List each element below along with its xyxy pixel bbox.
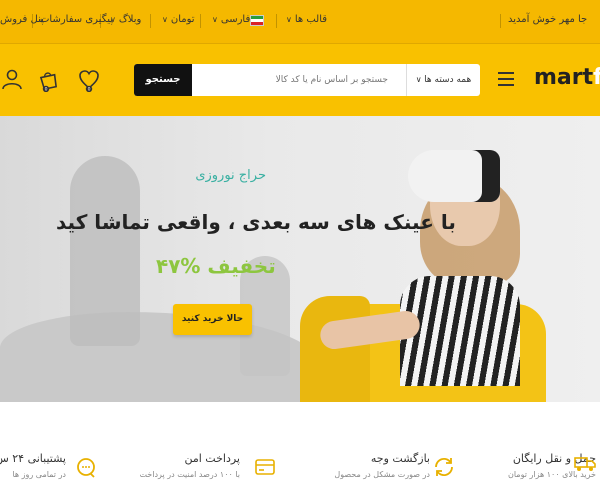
feature-support: پشتیبانی ۲۴ س در تمامی روز ها <box>0 448 66 500</box>
blog-menu[interactable]: ∨ وبلاگ <box>110 14 141 25</box>
category-select[interactable]: ∨ همه دسته ها <box>406 64 480 96</box>
search-input[interactable] <box>196 64 396 96</box>
welcome-text: جا مهر خوش آمدید <box>508 14 588 25</box>
category-select-label: همه دسته ها <box>424 75 472 85</box>
blog-label: وبلاگ <box>118 14 142 25</box>
templates-label: قالب ها <box>294 14 328 25</box>
top-bar: جا مهر خوش آمدید ∨ قالب ها ∨ فارسی ∨ تومان … <box>0 0 600 44</box>
user-account-icon[interactable] <box>0 68 22 92</box>
hamburger-menu-icon[interactable] <box>498 72 514 86</box>
refresh-icon <box>435 457 453 477</box>
seller-panel-link[interactable]: پنل فروش <box>0 14 44 25</box>
hero-title: با عینک های سه بعدی ، واقعی تماشا کید <box>56 210 456 234</box>
chevron-down-icon: ∨ <box>415 75 425 84</box>
divider <box>200 14 201 28</box>
chevron-down-icon: ∨ <box>162 15 168 24</box>
feature-subtitle: در صورت مشکل در محصول <box>334 470 430 479</box>
feature-title: پشتیبانی ۲۴ س <box>0 452 66 465</box>
hero-banner <box>0 116 600 402</box>
cart-bag-icon[interactable]: 0 <box>38 68 60 92</box>
currency-menu[interactable]: ∨ تومان <box>162 14 195 25</box>
feature-secure-payment: پرداخت امن با ۱۰۰ درصد امنیت در پرداخت <box>139 448 240 500</box>
vr-headset <box>408 150 500 202</box>
logo-main-text: mart <box>534 65 594 90</box>
search-button[interactable]: جستجو <box>134 64 192 96</box>
feature-money-back: بازگشت وجه در صورت مشکل در محصول <box>330 448 430 500</box>
site-logo[interactable]: martfu <box>534 65 600 90</box>
feature-title: پرداخت امن <box>184 452 240 465</box>
divider <box>276 14 277 28</box>
truck-icon <box>574 457 596 471</box>
templates-menu[interactable]: ∨ قالب ها <box>286 14 327 25</box>
feature-subtitle: در تمامی روز ها <box>12 470 66 479</box>
chevron-down-icon: ∨ <box>212 15 218 24</box>
divider <box>500 14 501 28</box>
wishlist-badge: 0 <box>88 87 91 92</box>
logo-accent-text: fu <box>593 65 600 90</box>
background-hiker <box>70 156 140 346</box>
language-menu[interactable]: ∨ فارسی <box>212 14 250 25</box>
main-header: martfu جستجو ∨ همه دسته ها 0 0 <box>0 44 600 116</box>
chevron-down-icon: ∨ <box>286 15 292 24</box>
currency-label: تومان <box>170 14 195 25</box>
credit-card-icon <box>255 459 275 475</box>
cart-badge: 0 <box>45 87 48 92</box>
feature-subtitle: با ۱۰۰ درصد امنیت در پرداخت <box>139 470 240 479</box>
wishlist-heart-icon[interactable]: 0 <box>78 68 100 92</box>
iran-flag-icon <box>250 15 264 26</box>
track-orders-link[interactable]: پیگیری سفارشات <box>40 14 113 25</box>
feature-title: بازگشت وجه <box>370 452 430 465</box>
hero-kicker: حراج نوروزی <box>195 168 266 183</box>
divider <box>150 14 151 28</box>
hero-discount: ۴۷% تخفیف <box>156 254 276 278</box>
shop-now-button[interactable]: حالا خرید کنید <box>173 304 252 335</box>
search-bar: جستجو ∨ همه دسته ها <box>134 64 480 96</box>
chat-support-icon <box>77 458 95 478</box>
language-label: فارسی <box>220 14 251 25</box>
